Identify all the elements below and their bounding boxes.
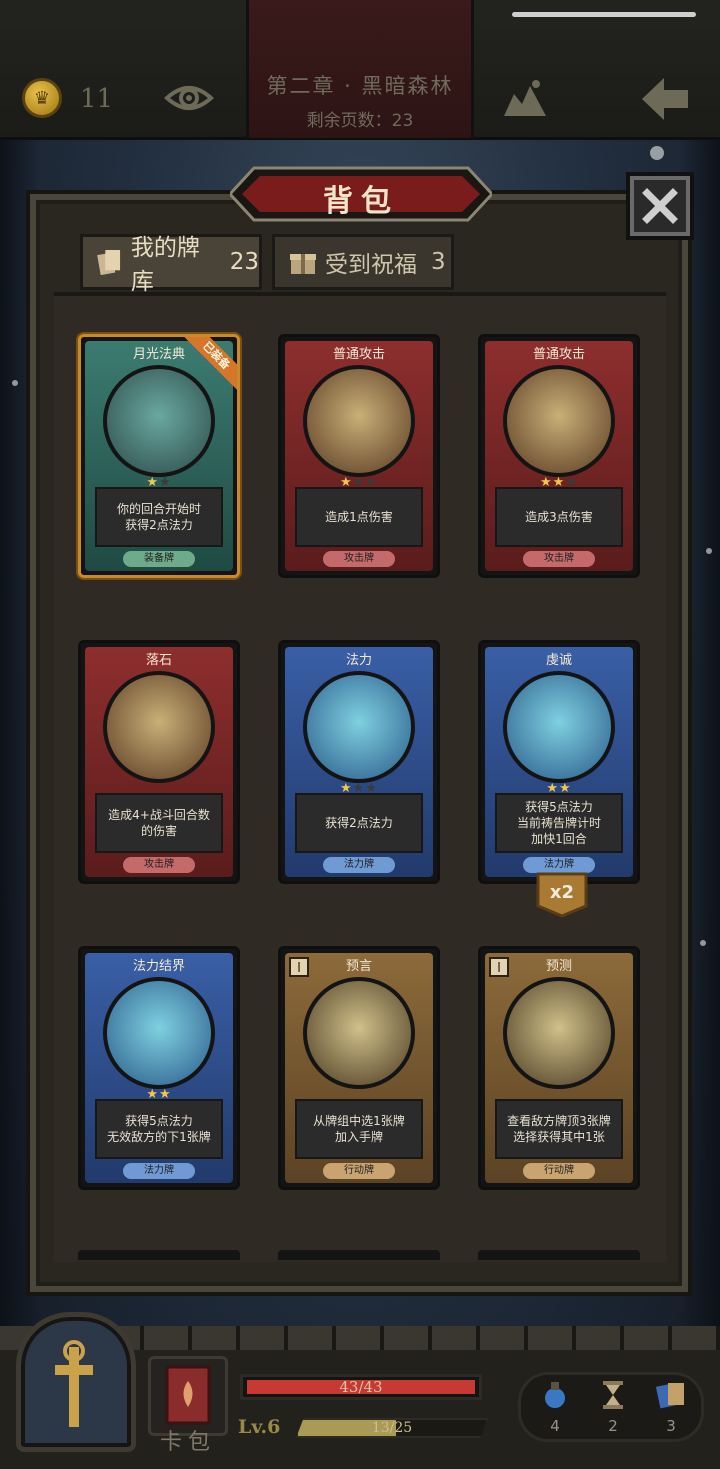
card-art — [303, 365, 415, 477]
card[interactable]: 普通攻击 ★★★ 造成1点伤害 攻击牌 — [278, 334, 440, 578]
card-description: 获得5点法力 无效敌方的下1张牌 — [95, 1099, 223, 1159]
card-art — [103, 977, 215, 1089]
status-indicator — [512, 12, 696, 17]
character-portrait[interactable] — [16, 1312, 136, 1452]
next-card-peek — [278, 1250, 440, 1260]
card-type: 攻击牌 — [523, 551, 595, 567]
hp-text: 43/43 — [339, 1378, 383, 1396]
card-art — [503, 671, 615, 783]
card-type: 法力牌 — [123, 1163, 195, 1179]
gold-count: 11 — [80, 84, 114, 114]
card-name: 法力 — [345, 653, 372, 668]
card-description: 造成3点伤害 — [495, 487, 623, 547]
card-art — [303, 671, 415, 783]
card[interactable]: 法力 ★★★ 获得2点法力 法力牌 — [278, 640, 440, 884]
resource-count: 3 — [666, 1417, 676, 1435]
card-type: 行动牌 — [523, 1163, 595, 1179]
resource-cards[interactable]: 3 — [651, 1379, 691, 1439]
card[interactable]: 预测 查看敌方牌顶3张牌 选择获得其中1张 行动牌 I — [478, 946, 640, 1190]
card-name: 普通攻击 — [532, 347, 585, 362]
card-pack-label: 卡包 — [160, 1430, 217, 1455]
card-description: 造成1点伤害 — [295, 487, 423, 547]
resource-count: 4 — [550, 1417, 560, 1435]
card-description: 从牌组中选1张牌 加入手牌 — [295, 1099, 423, 1159]
card-name: 落石 — [145, 653, 172, 668]
card-name: 虔诚 — [545, 653, 572, 668]
xp-text: 13/25 — [371, 1420, 413, 1436]
resource-potion[interactable]: 4 — [535, 1379, 575, 1439]
card-type: 法力牌 — [523, 857, 595, 873]
hp-bar: 43/43 — [240, 1374, 482, 1400]
card-type: 攻击牌 — [123, 857, 195, 873]
back-arrow-icon[interactable] — [638, 74, 692, 124]
card-type: 行动牌 — [323, 1163, 395, 1179]
card-type: 法力牌 — [323, 857, 395, 873]
card-art — [103, 671, 215, 783]
hourglass-icon: I — [289, 957, 309, 977]
tab-my-deck[interactable]: 我的牌库 23 — [80, 234, 262, 295]
card-art — [503, 365, 615, 477]
chapter-title: 第二章 · 黑暗森林 — [266, 74, 454, 98]
panel-title-banner: 背包 — [230, 164, 492, 224]
eye-icon[interactable] — [164, 78, 214, 118]
next-card-peek — [478, 1250, 640, 1260]
card[interactable]: 落石造成4+战斗回合数 的伤害攻击牌 — [78, 640, 240, 884]
close-icon — [642, 188, 678, 224]
card[interactable]: 虔诚 ★★ 获得5点法力 当前祷告牌计时 加快1回合 法力牌 — [478, 640, 640, 884]
card-description: 获得2点法力 — [295, 793, 423, 853]
card[interactable]: 普通攻击 ★★★ 造成3点伤害 攻击牌 — [478, 334, 640, 578]
multiplier-text: x2 — [549, 882, 575, 903]
multiplier-badge: x2 — [536, 872, 588, 918]
next-card-peek — [78, 1250, 240, 1260]
close-button[interactable] — [626, 172, 694, 240]
crown-coin-icon: ♛ — [22, 78, 62, 118]
resource-count: 2 — [608, 1417, 618, 1435]
card-type: 装备牌 — [123, 551, 195, 567]
card-pack-icon — [165, 1365, 211, 1425]
card-description: 查看敌方牌顶3张牌 选择获得其中1张 — [495, 1099, 623, 1159]
card[interactable]: 法力结界 ★★ 获得5点法力 无效敌方的下1张牌 法力牌 — [78, 946, 240, 1190]
xp-bar: 13/25 — [296, 1418, 488, 1438]
level-label: Lv.6 — [238, 1416, 281, 1438]
potion-icon — [543, 1382, 567, 1410]
tab-label: 受到祝福 — [325, 252, 417, 278]
card-art — [103, 365, 215, 477]
card-art — [303, 977, 415, 1089]
card-name: 法力结界 — [132, 959, 185, 974]
card-name: 普通攻击 — [332, 347, 385, 362]
resource-panel: 4 2 3 — [518, 1372, 704, 1442]
pages-remaining: 剩余页数：23 — [306, 111, 414, 131]
card[interactable]: 预言 从牌组中选1张牌 加入手牌 行动牌 I — [278, 946, 440, 1190]
snowflake — [650, 146, 664, 160]
card-type: 攻击牌 — [323, 551, 395, 567]
cards-icon — [655, 1383, 684, 1409]
chapter-banner: 第二章 · 黑暗森林 剩余页数：23 — [246, 0, 474, 138]
cards-icon — [97, 250, 121, 276]
card-art — [503, 977, 615, 1089]
card-description: 获得5点法力 当前祷告牌计时 加快1回合 — [495, 793, 623, 853]
card-description: 造成4+战斗回合数 的伤害 — [95, 793, 223, 853]
card-description: 你的回合开始时 获得2点法力 — [95, 487, 223, 547]
hourglass-icon — [603, 1381, 623, 1409]
card[interactable]: 月光法典 ★★ 你的回合开始时 获得2点法力 装备牌 已装备 — [78, 334, 240, 578]
snowflake — [700, 940, 706, 946]
tab-label: 我的牌库 — [130, 235, 200, 295]
map-icon[interactable] — [500, 76, 550, 120]
resource-hourglass[interactable]: 2 — [593, 1379, 633, 1439]
gift-icon — [290, 254, 316, 274]
snowflake — [12, 380, 18, 386]
panel-title: 背包 — [323, 184, 399, 219]
cross-staff-icon — [55, 1340, 93, 1427]
tab-count: 23 — [229, 249, 259, 275]
tab-count: 3 — [431, 249, 446, 275]
snowflake — [706, 548, 712, 554]
hourglass-icon: I — [489, 957, 509, 977]
tab-blessings[interactable]: 受到祝福 3 — [272, 234, 454, 290]
top-bar: ♛ 11 第二章 · 黑暗森林 剩余页数：23 — [0, 0, 720, 140]
